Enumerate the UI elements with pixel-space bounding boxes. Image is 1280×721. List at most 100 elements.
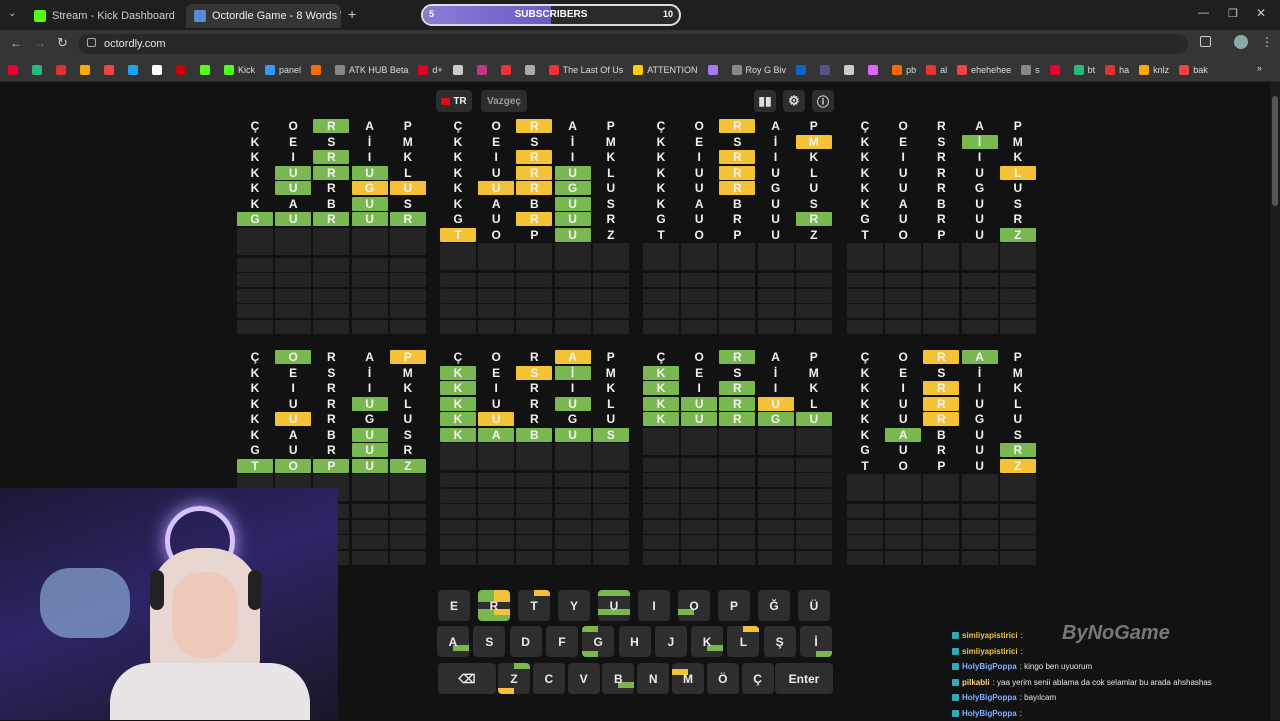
letter-tile: B — [923, 197, 959, 211]
site-info-icon[interactable] — [87, 38, 96, 47]
enter-key[interactable]: Enter — [775, 663, 833, 694]
bookmark-item[interactable] — [525, 65, 539, 75]
menu-kebab-icon[interactable]: ⋮ — [1261, 35, 1273, 49]
bookmark-item[interactable] — [104, 65, 118, 75]
back-icon[interactable]: ← — [10, 36, 22, 50]
bookmark-favicon-icon — [128, 65, 138, 75]
bookmark-item[interactable]: Kick — [224, 65, 255, 75]
key-c[interactable]: C — [533, 663, 565, 694]
bookmark-item[interactable] — [501, 65, 515, 75]
bookmark-item[interactable]: s — [1021, 65, 1040, 75]
new-tab-icon[interactable]: + — [348, 6, 356, 22]
key-z[interactable]: Z — [498, 663, 530, 694]
letter-tile: I — [962, 150, 998, 164]
tab-kick-dashboard[interactable]: Stream - Kick Dashboard ✕ — [26, 4, 181, 28]
key-s[interactable]: S — [473, 626, 505, 657]
key-f[interactable]: F — [546, 626, 578, 657]
key-i[interactable]: I — [638, 590, 670, 621]
key-r[interactable]: R — [478, 590, 510, 621]
key-g[interactable]: G — [582, 626, 614, 657]
key-y[interactable]: Y — [558, 590, 590, 621]
bookmark-item[interactable]: al — [926, 65, 947, 75]
active-row-tile — [962, 243, 998, 270]
bookmark-item[interactable]: bak — [1179, 65, 1208, 75]
key-n[interactable]: N — [637, 663, 669, 694]
bookmark-item[interactable] — [152, 65, 166, 75]
empty-tile — [516, 304, 552, 318]
bookmarks-overflow-icon[interactable]: » — [1257, 63, 1262, 73]
window-close-icon[interactable]: ✕ — [1256, 6, 1266, 20]
scrollbar-thumb[interactable] — [1272, 96, 1278, 206]
key-m[interactable]: M — [672, 663, 704, 694]
bookmark-item[interactable]: ATK HUB Beta — [335, 65, 408, 75]
bookmark-item[interactable] — [128, 65, 142, 75]
bookmark-item[interactable]: d+ — [418, 65, 442, 75]
profile-avatar-icon[interactable] — [1234, 35, 1248, 49]
key-ö[interactable]: Ö — [707, 663, 739, 694]
bookmark-item[interactable]: panel — [265, 65, 301, 75]
bookmark-item[interactable] — [477, 65, 491, 75]
bookmark-item[interactable]: bt — [1074, 65, 1096, 75]
key-ş[interactable]: Ş — [764, 626, 796, 657]
empty-tile — [390, 304, 426, 318]
info-icon[interactable]: ⓘ — [812, 90, 834, 112]
key-u[interactable]: U — [598, 590, 630, 621]
active-row-tile — [758, 243, 794, 270]
bookmark-item[interactable] — [8, 65, 22, 75]
key-a[interactable]: A — [437, 626, 469, 657]
bookmark-item[interactable]: ha — [1105, 65, 1129, 75]
empty-tile — [923, 535, 959, 549]
key-t[interactable]: T — [518, 590, 550, 621]
key-k[interactable]: K — [691, 626, 723, 657]
maximize-icon[interactable]: ❐ — [1228, 7, 1238, 20]
key-b[interactable]: B — [602, 663, 634, 694]
language-button[interactable]: TR — [436, 90, 472, 112]
bookmark-item[interactable] — [820, 65, 834, 75]
forward-icon[interactable]: → — [34, 36, 46, 50]
bookmark-item[interactable] — [311, 65, 325, 75]
address-bar[interactable]: octordly.com — [78, 34, 1188, 54]
minimize-icon[interactable]: — — [1198, 7, 1209, 19]
bookmark-item[interactable]: The Last Of Us — [549, 65, 624, 75]
bookmark-item[interactable] — [56, 65, 70, 75]
key-d[interactable]: D — [510, 626, 542, 657]
key-l[interactable]: L — [727, 626, 759, 657]
key-h[interactable]: H — [619, 626, 651, 657]
bookmark-item[interactable]: Roy G Biv — [732, 65, 787, 75]
bookmark-item[interactable] — [708, 65, 722, 75]
key-ü[interactable]: Ü — [798, 590, 830, 621]
bookmark-item[interactable]: knlz — [1139, 65, 1169, 75]
tab-search-icon[interactable]: ⌄ — [8, 8, 16, 19]
letter-tile: İ — [962, 135, 998, 149]
extensions-icon[interactable] — [1200, 36, 1211, 47]
settings-icon[interactable]: ⚙ — [783, 90, 805, 112]
bookmark-item[interactable] — [844, 65, 858, 75]
bookmark-item[interactable]: pb — [892, 65, 916, 75]
key-v[interactable]: V — [568, 663, 600, 694]
bookmark-item[interactable] — [868, 65, 882, 75]
bookmark-item[interactable] — [176, 65, 190, 75]
give-up-button[interactable]: Vazgeç — [481, 90, 527, 112]
bookmark-item[interactable]: ehehehee — [957, 65, 1011, 75]
bookmark-item[interactable] — [796, 65, 810, 75]
key-p[interactable]: P — [718, 590, 750, 621]
bookmark-item[interactable] — [32, 65, 46, 75]
bookmark-item[interactable] — [80, 65, 94, 75]
letter-tile: M — [390, 135, 426, 149]
bookmark-item[interactable]: ATTENTION — [633, 65, 697, 75]
stats-icon[interactable]: ▮▮ — [754, 90, 776, 112]
active-row-tile — [593, 243, 629, 270]
key-o[interactable]: O — [678, 590, 710, 621]
tab-octordle[interactable]: Octordle Game - 8 Words Word ✕ — [186, 4, 341, 28]
key-e[interactable]: E — [438, 590, 470, 621]
key-j[interactable]: J — [655, 626, 687, 657]
key-i̇[interactable]: İ — [800, 626, 832, 657]
letter-tile: R — [516, 350, 552, 364]
bookmark-item[interactable] — [453, 65, 467, 75]
reload-icon[interactable]: ↻ — [57, 35, 68, 51]
bookmark-item[interactable] — [200, 65, 214, 75]
key-ç[interactable]: Ç — [742, 663, 774, 694]
backspace-icon[interactable]: ⌫ — [438, 663, 496, 694]
bookmark-item[interactable] — [1050, 65, 1064, 75]
key-ğ[interactable]: Ğ — [758, 590, 790, 621]
